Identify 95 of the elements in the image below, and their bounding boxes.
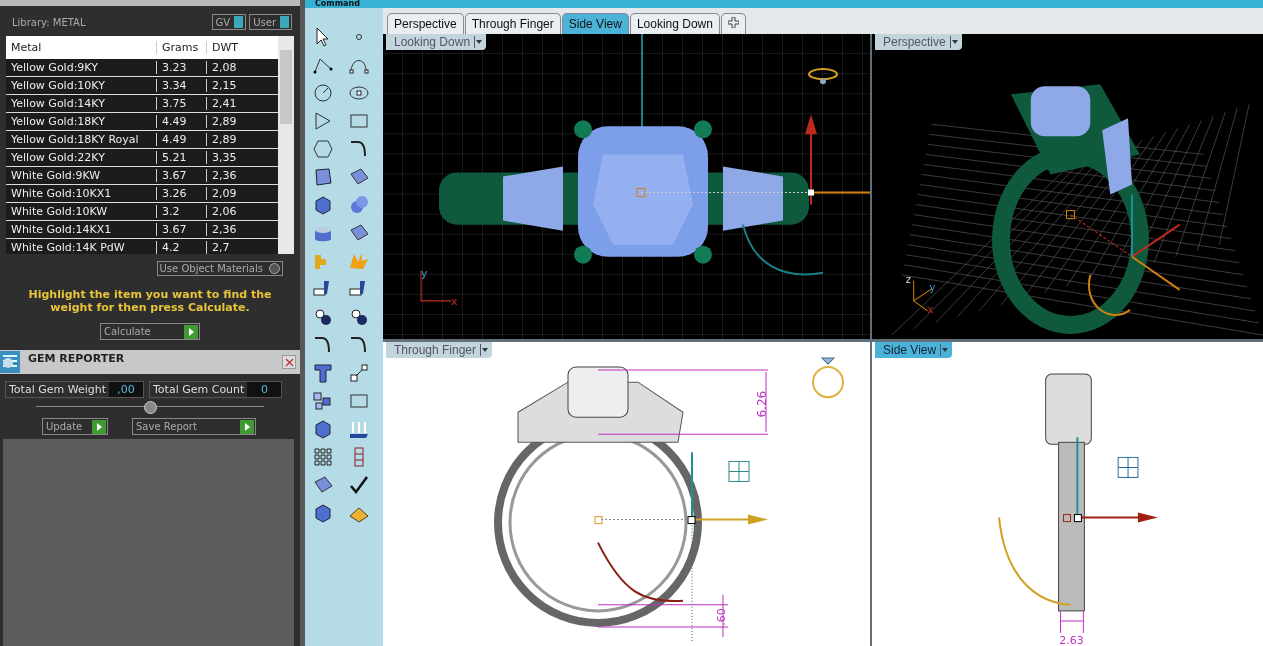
viewport[interactable]: Looking Down y x: [383, 34, 870, 339]
play-icon: [92, 419, 106, 434]
axis-label: x: [927, 303, 934, 315]
axis-label: y: [929, 281, 936, 293]
table-cell: 2,7: [206, 241, 262, 254]
ring-model-drawing[interactable]: [439, 120, 809, 264]
use-object-materials-toggle[interactable]: Use Object Materials: [156, 261, 283, 276]
command-title: Command: [315, 0, 360, 8]
view-tab[interactable]: Perspective: [387, 13, 464, 34]
play-icon: [240, 419, 254, 434]
ring-model-drawing[interactable]: [992, 84, 1149, 334]
table-cell: 5.21: [156, 151, 206, 164]
move-gizmo-drawing[interactable]: [594, 451, 768, 644]
grid-icon: [1118, 457, 1138, 478]
ring-model-drawing[interactable]: [494, 366, 702, 627]
table-cell: 2,89: [206, 115, 262, 128]
dimension-label: .60: [715, 608, 728, 626]
toggle-button[interactable]: GV: [211, 14, 247, 30]
dimension-label: 2.63: [1059, 633, 1084, 646]
table-cell: 3.2: [156, 205, 206, 218]
report-button[interactable]: Update: [42, 418, 108, 435]
ring-model-drawing[interactable]: [1045, 373, 1092, 612]
move-gizmo-drawing[interactable]: [636, 114, 870, 276]
plus-icon: [727, 17, 739, 28]
axis-label: z: [905, 273, 911, 285]
ring-icon: [813, 358, 843, 398]
ring-icon: [809, 69, 837, 85]
table-cell: 3.67: [156, 169, 206, 182]
report-icon: [0, 350, 20, 374]
dropdown-arrow-icon: [940, 344, 950, 356]
view-tab[interactable]: Side View: [561, 13, 629, 34]
play-icon: [184, 324, 198, 339]
table-cell: 2,09: [206, 187, 262, 200]
viewport[interactable]: Through Finger 6.26 .60: [383, 342, 870, 646]
table-cell: 2,08: [206, 61, 262, 74]
axis-indicator: [420, 270, 452, 302]
scrollbar[interactable]: [278, 36, 294, 254]
table-cell: 4.49: [156, 115, 206, 128]
table-cell: 3,35: [206, 151, 262, 164]
column-header[interactable]: DWT: [206, 41, 262, 54]
viewport-label[interactable]: Side View: [875, 342, 953, 358]
collapse-handle[interactable]: [143, 400, 157, 414]
calculate-button[interactable]: Calculate: [100, 323, 200, 340]
dropdown-arrow-icon: [474, 36, 484, 48]
table-cell: 2,36: [206, 223, 262, 236]
table-cell: 3.67: [156, 223, 206, 236]
instruction-text: Highlight the item you want to find the weight for then press Calculate.: [27, 288, 273, 314]
table-cell-text: White Gold:10KX1: [10, 187, 113, 200]
dropdown-arrow-icon: [949, 36, 959, 48]
toggle-button[interactable]: User: [249, 14, 292, 30]
table-cell-text: White Gold:10KW: [10, 205, 109, 218]
table-cell: 2,36: [206, 169, 262, 182]
move-gizmo-drawing[interactable]: [998, 436, 1158, 606]
dropdown-arrow-icon: [480, 344, 490, 356]
table-cell-text: White Gold:9KW: [10, 169, 102, 182]
viewport-label[interactable]: Looking Down: [386, 34, 487, 50]
library-title: Library: METAL: [12, 16, 86, 28]
table-cell-text: Yellow Gold:18KY Royal: [10, 133, 140, 146]
add-tab-button[interactable]: [720, 13, 746, 34]
table-cell: 4.49: [156, 133, 206, 146]
grid-icon: [729, 461, 749, 482]
view-tab[interactable]: Through Finger: [464, 13, 561, 34]
table-cell-text: Yellow Gold:9KY: [10, 61, 99, 74]
report-button[interactable]: Save Report: [132, 418, 256, 435]
dimension-drawing: [1060, 610, 1084, 634]
panel-title: GEM REPORTER: [28, 351, 126, 365]
axis-label: x: [451, 294, 458, 308]
table-cell: 3.75: [156, 97, 206, 110]
column-header[interactable]: Metal: [6, 41, 156, 54]
table-cell-text: White Gold:14K PdW: [10, 241, 126, 254]
close-icon: [284, 357, 294, 367]
table-cell: 3.34: [156, 79, 206, 92]
view-tab[interactable]: Looking Down: [629, 13, 720, 34]
table-cell: 3.26: [156, 187, 206, 200]
table-cell: 2,15: [206, 79, 262, 92]
table-cell: 2,41: [206, 97, 262, 110]
axis-label: y: [421, 266, 428, 280]
dimension-label: 6.26: [755, 390, 769, 418]
viewport[interactable]: Perspective z y x: [872, 34, 1263, 339]
table-cell-text: Yellow Gold:14KY: [10, 97, 106, 110]
table-cell-text: White Gold:14KX1: [10, 223, 113, 236]
close-button[interactable]: [282, 355, 296, 369]
viewport-label[interactable]: Perspective: [875, 34, 962, 50]
table-cell: 2,06: [206, 205, 262, 218]
axis-indicator: [913, 280, 933, 312]
table-cell-text: Yellow Gold:22KY: [10, 151, 106, 164]
table-cell: 3.23: [156, 61, 206, 74]
viewport-label[interactable]: Through Finger: [386, 342, 493, 358]
table-cell: 4.2: [156, 241, 206, 254]
table-cell-text: Yellow Gold:10KY: [10, 79, 106, 92]
column-header[interactable]: Grams: [156, 41, 206, 54]
table-cell: 2,89: [206, 133, 262, 146]
table-cell-text: Yellow Gold:18KY: [10, 115, 106, 128]
viewport[interactable]: Side View 2.63: [872, 342, 1263, 646]
move-gizmo-drawing[interactable]: [1066, 193, 1181, 316]
